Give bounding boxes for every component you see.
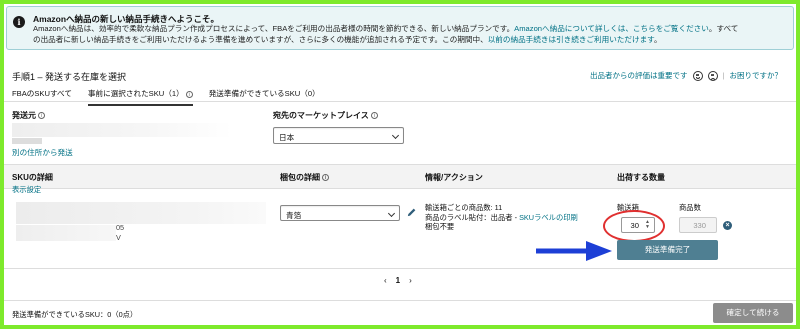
info-icon: i (185, 90, 193, 98)
page-title: 手順1 – 発送する在庫を選択 (12, 72, 127, 82)
redacted-sku-title (16, 202, 266, 224)
learn-more-link[interactable]: Amazonへ納品について詳しくは、 (514, 24, 633, 33)
help-link[interactable]: お困りですか？ (730, 70, 783, 81)
divider: | (722, 71, 725, 80)
packing-select[interactable]: 青箔 (280, 205, 400, 221)
info-icon: i (13, 16, 25, 28)
info-icon: i (370, 112, 378, 120)
marketplace-select[interactable]: 日本 (273, 127, 404, 144)
display-settings-link[interactable]: 表示設定 (12, 185, 41, 195)
column-sku-details: SKUの詳細 (12, 173, 53, 182)
pagination: ‹ 1 › (384, 276, 412, 285)
current-page[interactable]: 1 (396, 276, 400, 285)
remove-sku-icon[interactable]: × (723, 221, 732, 230)
divider (4, 101, 796, 102)
annotation-arrow-icon (536, 241, 612, 261)
column-quantity: 出荷する数量 (617, 173, 665, 182)
print-sku-label-link[interactable]: SKUラベルの印刷 (519, 213, 578, 222)
divider (4, 300, 796, 301)
pencil-icon[interactable] (406, 207, 417, 218)
welcome-banner: i Amazonへ納品の新しい納品手続きへようこそ。 Amazonへ納品は、効率… (6, 6, 794, 50)
divider (4, 268, 796, 269)
confirm-continue-button[interactable]: 確定して続ける (713, 303, 793, 323)
info-icon: i (322, 174, 329, 182)
info-icon: i (38, 112, 45, 120)
ship-from-other-address-link[interactable]: 別の住所から発送 (12, 147, 73, 158)
column-info-actions: 情報/アクション (425, 173, 483, 182)
column-packing: 梱包の詳細 i (280, 172, 329, 183)
ship-from-label: 発送元 i (12, 110, 45, 121)
table-header: SKUの詳細 梱包の詳細 i 情報/アクション 出荷する数量 (4, 164, 796, 189)
next-page-button[interactable]: › (409, 276, 412, 285)
chevron-down-icon (391, 131, 400, 140)
redacted-address-line (12, 138, 42, 144)
banner-body: Amazonへ納品は、効率的で柔軟な納品プラン作成プロセスによって、FBAをご利… (33, 24, 739, 44)
sad-face-icon[interactable] (707, 70, 718, 81)
feedback-area: 出品者からの評価は重要です | お困りですか？ (590, 70, 782, 81)
sku-info-actions: 輸送箱ごとの商品数: 11 商品のラベル貼付：出品者 - SKUラベルの印刷 梱… (425, 203, 578, 231)
marketplace-label: 宛先のマーケットプレイス i (273, 110, 378, 121)
ready-sku-status: 発送準備ができているSKU：0（0点） (12, 310, 138, 319)
app-frame: i Amazonへ納品の新しい納品手続きへようこそ。 Amazonへ納品は、効率… (4, 4, 796, 325)
tab-ready-sku[interactable]: 発送準備ができているSKU（0） (209, 88, 320, 106)
feedback-link[interactable]: 出品者からの評価は重要です (590, 70, 688, 81)
units-label: 商品数 (679, 203, 701, 212)
tab-preselected-sku[interactable]: 事前に選択されたSKU（1） i (87, 88, 193, 106)
sku-fragment: V (116, 233, 121, 242)
redacted-sku-info (16, 225, 116, 241)
redacted-address (12, 123, 232, 137)
sku-tabs: FBAのSKUすべて 事前に選択されたSKU（1） i 発送準備ができているSKU… (12, 88, 320, 106)
tab-all-sku[interactable]: FBAのSKUすべて (12, 88, 72, 106)
legacy-workflow-link[interactable]: 以前の納品手続きは引き続きご利用いただけます (488, 35, 654, 44)
see-here-link[interactable]: こちらをご覧ください (633, 24, 709, 33)
happy-face-icon[interactable] (692, 70, 703, 81)
chevron-down-icon (387, 209, 396, 218)
prev-page-button[interactable]: ‹ (384, 276, 387, 285)
units-quantity-input: 330 (679, 217, 717, 233)
sku-fragment: 05 (116, 223, 125, 232)
ready-to-ship-button[interactable]: 発送準備完了 (617, 240, 718, 260)
